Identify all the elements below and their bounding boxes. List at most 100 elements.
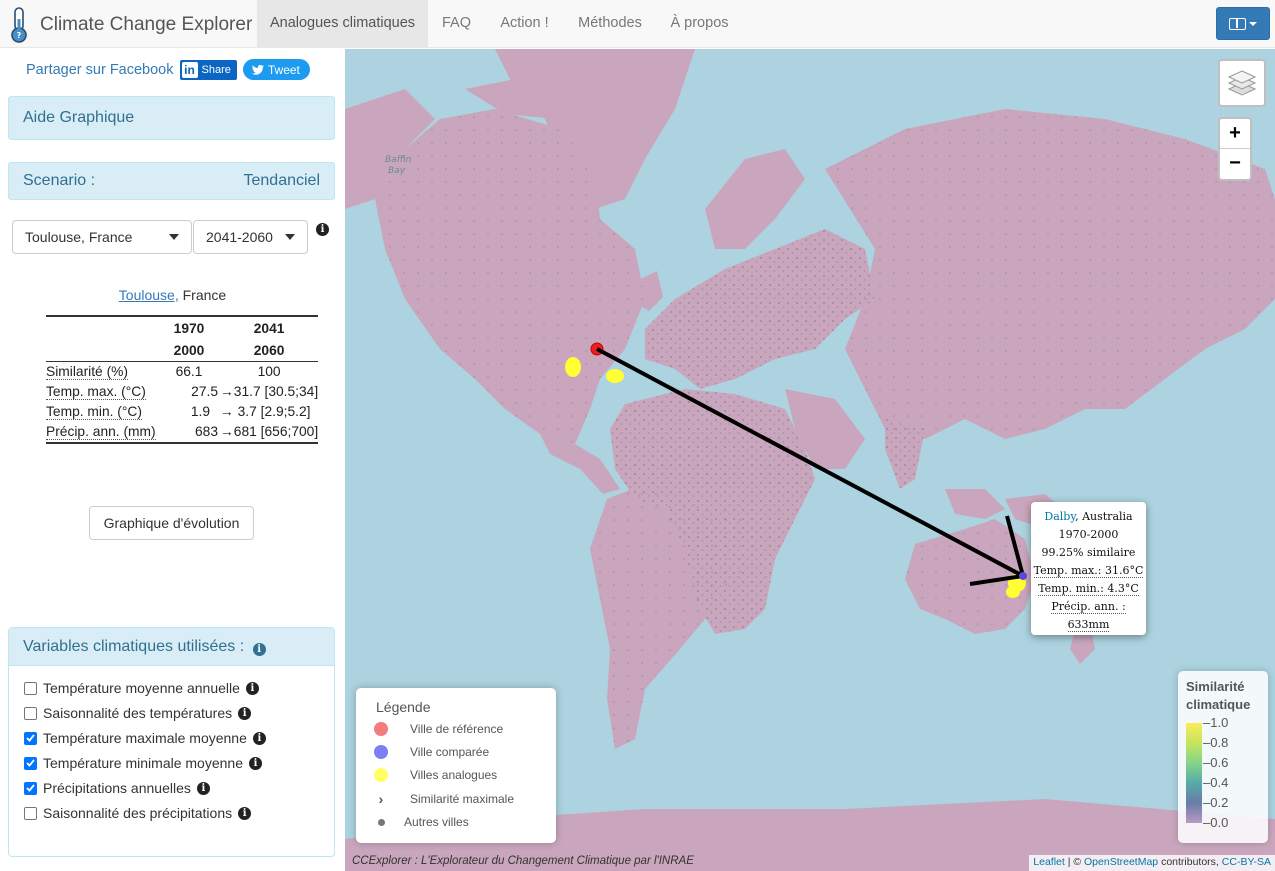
row-value-2041: → 3.7 [2.9;5.2] xyxy=(220,404,311,419)
row-value-2041: →681 [656;700] xyxy=(220,424,319,439)
info-icon[interactable]: i xyxy=(252,643,266,656)
zoom-control: + − xyxy=(1218,117,1252,181)
layers-control-button[interactable] xyxy=(1218,59,1266,107)
map-view[interactable]: Baffin Bay + − Dalby, Australia 1970-2000… xyxy=(345,49,1275,871)
checkbox[interactable] xyxy=(24,706,37,720)
checkbox[interactable] xyxy=(24,681,37,695)
variable-checkbox-row[interactable]: Saisonnalité des précipitations i xyxy=(24,805,252,821)
variable-checkbox-row[interactable]: Précipitations annuelles i xyxy=(24,780,210,796)
popup-city-link[interactable]: Dalby xyxy=(1044,510,1075,523)
variable-label: Saisonnalité des précipitations xyxy=(43,805,233,821)
city-country: France xyxy=(178,287,227,303)
chevron-down-icon xyxy=(169,234,179,240)
info-icon[interactable]: i xyxy=(196,781,210,795)
linkedin-icon: in xyxy=(181,61,198,78)
variable-label: Précipitations annuelles xyxy=(43,780,191,796)
zoom-in-button[interactable]: + xyxy=(1220,119,1250,149)
checkbox[interactable] xyxy=(24,806,37,820)
reference-dot-icon xyxy=(374,722,388,736)
popup-similarity: 99.25% similaire xyxy=(1041,546,1136,559)
graphic-help-title: Aide Graphique xyxy=(23,109,135,126)
leaflet-link[interactable]: Leaflet xyxy=(1033,856,1065,868)
info-icon[interactable]: i xyxy=(238,806,252,820)
share-row: Partager sur Facebook in Share Tweet xyxy=(26,59,310,80)
info-icon[interactable]: i xyxy=(238,706,252,720)
variables-title: Variables climatiques utilisées : xyxy=(23,638,245,655)
variable-checkbox-row[interactable]: Température maximale moyenne i xyxy=(24,730,266,746)
legend-item-label: Ville comparée xyxy=(410,745,490,759)
graphic-help-panel[interactable]: Aide Graphique xyxy=(8,96,335,140)
row-value-1970: 66.1 xyxy=(175,364,203,379)
checkmark-icon xyxy=(26,734,35,742)
top-navbar: ? Climate Change Explorer Analogues clim… xyxy=(0,0,1275,48)
similarity-tick-label: –0.2 xyxy=(1203,795,1229,810)
legend-item-label: Ville de référence xyxy=(410,722,504,736)
tab-action[interactable]: Action ! xyxy=(485,0,564,48)
linkedin-share-button[interactable]: in Share xyxy=(179,59,237,80)
popup-tmin: Temp. min.: 4.3°C xyxy=(1038,582,1139,596)
period-select-value: 2041-2060 xyxy=(206,229,273,245)
city-select[interactable]: Toulouse, France xyxy=(12,220,192,254)
tab-faq[interactable]: FAQ xyxy=(428,0,485,48)
table-row: Précip. ann. (mm) 683 →681 [656;700] xyxy=(46,422,318,443)
info-icon[interactable]: i xyxy=(316,223,329,236)
license-link[interactable]: CC-BY-SA xyxy=(1222,856,1271,868)
legend-item-label: Villes analogues xyxy=(410,768,498,782)
table-row: Temp. max. (°C) 27.5 →31.7 [30.5;34] xyxy=(46,382,318,402)
osm-link[interactable]: OpenStreetMap xyxy=(1084,856,1158,868)
checkbox[interactable] xyxy=(24,781,37,795)
row-label: Précip. ann. (mm) xyxy=(46,424,156,440)
layers-icon xyxy=(1228,70,1256,96)
info-icon[interactable]: i xyxy=(252,731,266,745)
city-link[interactable]: Toulouse, xyxy=(119,287,179,303)
variable-checkbox-row[interactable]: Température moyenne annuelle i xyxy=(24,680,259,696)
col2-bottom: 2060 xyxy=(220,339,319,362)
climate-variables-panel: Variables climatiques utilisées : i Temp… xyxy=(8,627,335,857)
legend-item-compared: Ville comparée xyxy=(374,745,489,759)
similarity-legend-title: Similarité climatique xyxy=(1186,678,1250,714)
legend-item-other-cities: Autres villes xyxy=(374,815,469,829)
checkbox[interactable] xyxy=(24,756,37,770)
col1-top: 1970 xyxy=(173,321,205,336)
tweet-label: Tweet xyxy=(267,62,300,77)
similarity-tick-label: –0.8 xyxy=(1203,735,1229,750)
info-icon[interactable]: i xyxy=(248,756,262,770)
row-label: Temp. min. (°C) xyxy=(46,404,142,420)
tab-methodes[interactable]: Méthodes xyxy=(564,0,656,48)
similarity-title-line2: climatique xyxy=(1186,697,1251,712)
row-label: Similarité (%) xyxy=(46,364,129,380)
info-icon[interactable]: i xyxy=(245,681,259,695)
legend-item-analogues: Villes analogues xyxy=(374,768,497,782)
stats-table: 1970 2041 2000 2060 Similarité (%) 66.1 … xyxy=(46,315,319,444)
footer-credit: CCExplorer : L'Explorateur du Changement… xyxy=(352,855,694,867)
thermometer-logo-icon: ? xyxy=(11,7,27,43)
facebook-share-link[interactable]: Partager sur Facebook xyxy=(26,62,174,78)
scenario-value: Tendanciel xyxy=(243,172,321,189)
col1-bottom: 2000 xyxy=(158,339,220,362)
scenario-panel[interactable]: Scenario : Tendanciel xyxy=(8,162,335,200)
attribution-sep: | © xyxy=(1064,856,1085,868)
checkmark-icon xyxy=(26,784,35,792)
legend-item-label: Similarité maximale xyxy=(410,792,515,806)
brand[interactable]: ? Climate Change Explorer xyxy=(8,7,252,43)
tab-apropos[interactable]: À propos xyxy=(656,0,743,48)
evolution-graph-button[interactable]: Graphique d'évolution xyxy=(89,506,254,540)
tab-analogues[interactable]: Analogues climatiques xyxy=(257,0,428,48)
popup-country: , Australia xyxy=(1075,510,1133,523)
analogue-dot-icon xyxy=(374,768,388,782)
variable-label: Saisonnalité des températures xyxy=(43,705,233,721)
row-value-2041: →31.7 [30.5;34] xyxy=(220,384,319,399)
zoom-out-button[interactable]: − xyxy=(1220,149,1250,179)
variable-label: Température moyenne annuelle xyxy=(43,680,240,696)
checkmark-icon xyxy=(26,759,35,767)
legend-item-reference: Ville de référence xyxy=(374,722,503,736)
translate-icon xyxy=(1229,17,1246,30)
tweet-button[interactable]: Tweet xyxy=(242,59,310,80)
popup-tmax: Temp. max.: 31.6°C xyxy=(1033,564,1144,578)
legend-item-label: Autres villes xyxy=(404,815,469,829)
period-select[interactable]: 2041-2060 xyxy=(193,220,308,254)
language-dropdown-button[interactable] xyxy=(1216,7,1270,40)
checkbox[interactable] xyxy=(24,731,37,745)
variable-checkbox-row[interactable]: Saisonnalité des températures i xyxy=(24,705,252,721)
variable-checkbox-row[interactable]: Température minimale moyenne i xyxy=(24,755,262,771)
